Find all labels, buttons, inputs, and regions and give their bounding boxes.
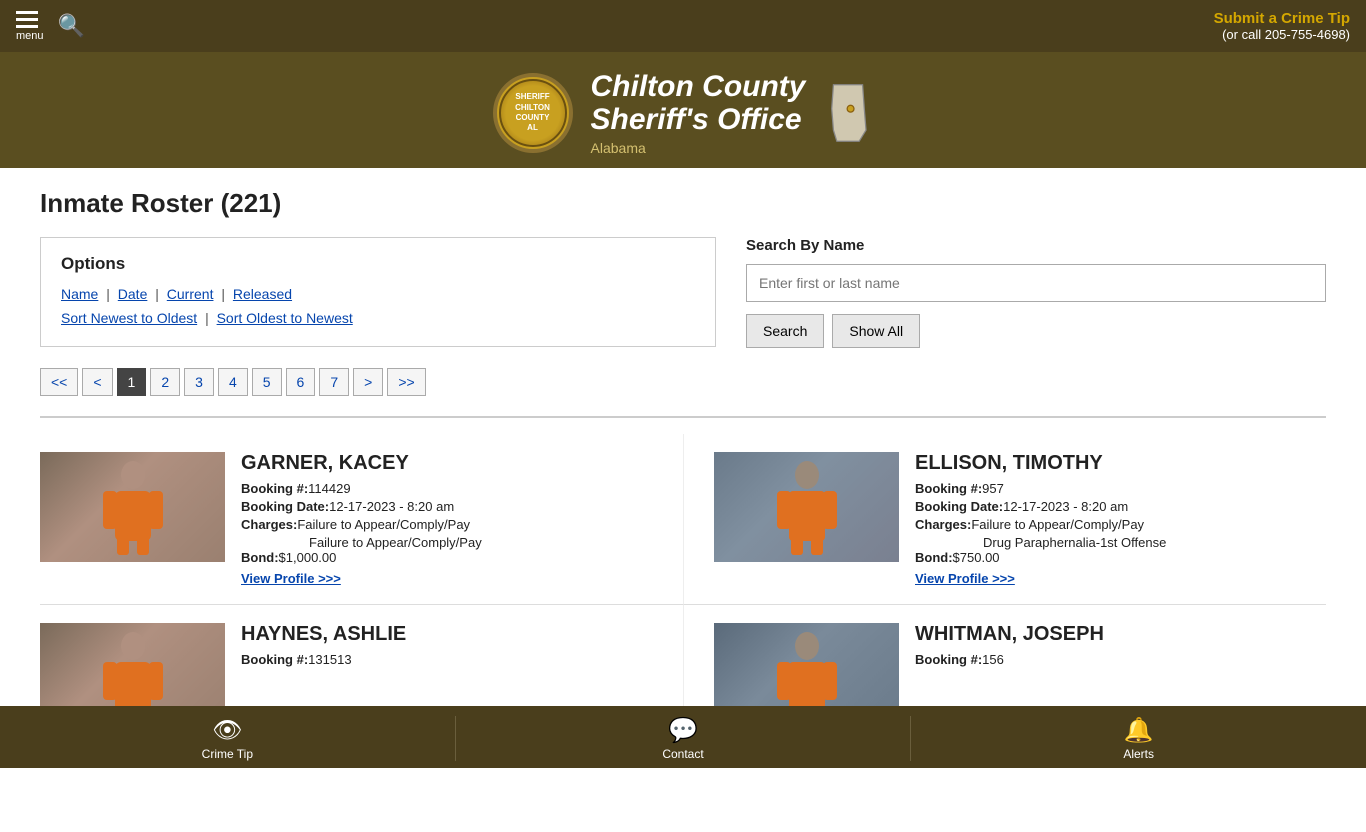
badge-logo: SHERIFFCHILTONCOUNTYAL [493, 73, 573, 153]
search-by-name-box: Search By Name Search Show All [746, 237, 1326, 348]
menu-label: menu [16, 30, 44, 42]
options-links: Name | Date | Current | Released [61, 286, 695, 302]
pagination-next[interactable]: > [353, 368, 383, 396]
sort-links: Sort Newest to Oldest | Sort Oldest to N… [61, 310, 695, 326]
person-silhouette-icon [767, 457, 847, 557]
pagination-last[interactable]: >> [387, 368, 425, 396]
inmate-info: GARNER, KACEY Booking #:114429 Booking D… [241, 452, 653, 586]
options-box: Options Name | Date | Current | Released… [40, 237, 716, 347]
name-search-input[interactable] [746, 264, 1326, 302]
inmate-charge-2: Failure to Appear/Comply/Pay [309, 535, 653, 550]
call-text: (or call 205-755-4698) [1214, 27, 1350, 42]
pagination-page-3[interactable]: 3 [184, 368, 214, 396]
link-date[interactable]: Date [118, 286, 148, 302]
search-by-name-label: Search By Name [746, 237, 1326, 254]
inmate-booking-num: Booking #:114429 [241, 481, 653, 496]
bottom-nav-contact[interactable]: 💬 Contact [456, 716, 912, 761]
top-nav: menu 🔍 Submit a Crime Tip (or call 205-7… [0, 0, 1366, 52]
crime-tip-label: Crime Tip [202, 747, 253, 761]
contact-label: Contact [662, 747, 703, 761]
bottom-nav: 👁 Crime Tip 💬 Contact 🔔 Alerts [0, 706, 1366, 768]
header-title-line1: Chilton County [591, 70, 806, 103]
inmate-booking-date: Booking Date:12-17-2023 - 8:20 am [241, 499, 653, 514]
bottom-nav-crime-tip[interactable]: 👁 Crime Tip [0, 716, 456, 761]
table-row: ELLISON, TIMOTHY Booking #:957 Booking D… [683, 434, 1326, 605]
chat-icon: 💬 [668, 716, 698, 745]
search-button[interactable]: Search [746, 314, 824, 348]
pagination: << < 1 2 3 4 5 6 7 > >> [40, 368, 1326, 396]
inmate-info: ELLISON, TIMOTHY Booking #:957 Booking D… [915, 452, 1326, 586]
link-name[interactable]: Name [61, 286, 98, 302]
eye-icon: 👁 [212, 716, 242, 745]
alabama-map-icon [823, 83, 873, 143]
pagination-page-4[interactable]: 4 [218, 368, 248, 396]
bell-icon: 🔔 [1124, 716, 1154, 745]
nav-right: Submit a Crime Tip (or call 205-755-4698… [1214, 10, 1350, 42]
header-text: Chilton County Sheriff's Office Alabama [591, 70, 806, 156]
inmate-bond: Bond:$750.00 [915, 550, 1326, 565]
inmate-charges-label: Charges:Failure to Appear/Comply/Pay [241, 517, 653, 532]
link-current[interactable]: Current [167, 286, 214, 302]
inmate-bond: Bond:$1,000.00 [241, 550, 653, 565]
inmate-photo [714, 452, 899, 562]
inmate-booking-num: Booking #:957 [915, 481, 1326, 496]
options-title: Options [61, 254, 695, 274]
inmate-name: WHITMAN, JOSEPH [915, 623, 1326, 646]
inmate-photo [40, 452, 225, 562]
inmate-name: HAYNES, ASHLIE [241, 623, 653, 646]
view-profile-link[interactable]: View Profile >>> [241, 571, 653, 586]
page-title: Inmate Roster (221) [40, 188, 1326, 219]
pagination-page-2[interactable]: 2 [150, 368, 180, 396]
header-subtitle: Alabama [591, 140, 646, 156]
alerts-label: Alerts [1123, 747, 1154, 761]
link-released[interactable]: Released [233, 286, 292, 302]
options-search-row: Options Name | Date | Current | Released… [40, 237, 1326, 348]
sort-newest[interactable]: Sort Newest to Oldest [61, 310, 197, 326]
inmate-booking-num: Booking #:156 [915, 652, 1326, 667]
inmate-name: ELLISON, TIMOTHY [915, 452, 1326, 475]
search-buttons: Search Show All [746, 314, 1326, 348]
header-banner: SHERIFFCHILTONCOUNTYAL Chilton County Sh… [0, 52, 1366, 168]
nav-left: menu 🔍 [16, 11, 85, 42]
crime-tip-link[interactable]: Submit a Crime Tip [1214, 10, 1350, 27]
photo-placeholder [714, 452, 899, 562]
inmate-grid: GARNER, KACEY Booking #:114429 Booking D… [40, 434, 1326, 752]
menu-button[interactable]: menu [16, 11, 44, 42]
hamburger-icon [16, 11, 44, 28]
table-row: GARNER, KACEY Booking #:114429 Booking D… [40, 434, 683, 605]
inmate-booking-num: Booking #:131513 [241, 652, 653, 667]
show-all-button[interactable]: Show All [832, 314, 920, 348]
person-silhouette-icon [93, 457, 173, 557]
badge-inner: SHERIFFCHILTONCOUNTYAL [499, 79, 567, 147]
pagination-first[interactable]: << [40, 368, 78, 396]
view-profile-link[interactable]: View Profile >>> [915, 571, 1326, 586]
photo-placeholder [40, 452, 225, 562]
bottom-nav-alerts[interactable]: 🔔 Alerts [911, 716, 1366, 761]
header-title-line2: Sheriff's Office [591, 103, 802, 136]
pagination-page-1[interactable]: 1 [117, 368, 147, 396]
inmate-booking-date: Booking Date:12-17-2023 - 8:20 am [915, 499, 1326, 514]
search-icon[interactable]: 🔍 [58, 13, 85, 39]
inmate-charges-label: Charges:Failure to Appear/Comply/Pay [915, 517, 1326, 532]
pagination-page-5[interactable]: 5 [252, 368, 282, 396]
sort-oldest[interactable]: Sort Oldest to Newest [217, 310, 353, 326]
inmate-charge-2: Drug Paraphernalia-1st Offense [983, 535, 1326, 550]
pagination-prev[interactable]: < [82, 368, 112, 396]
inmate-name: GARNER, KACEY [241, 452, 653, 475]
divider [40, 416, 1326, 418]
pagination-page-7[interactable]: 7 [319, 368, 349, 396]
pagination-page-6[interactable]: 6 [286, 368, 316, 396]
